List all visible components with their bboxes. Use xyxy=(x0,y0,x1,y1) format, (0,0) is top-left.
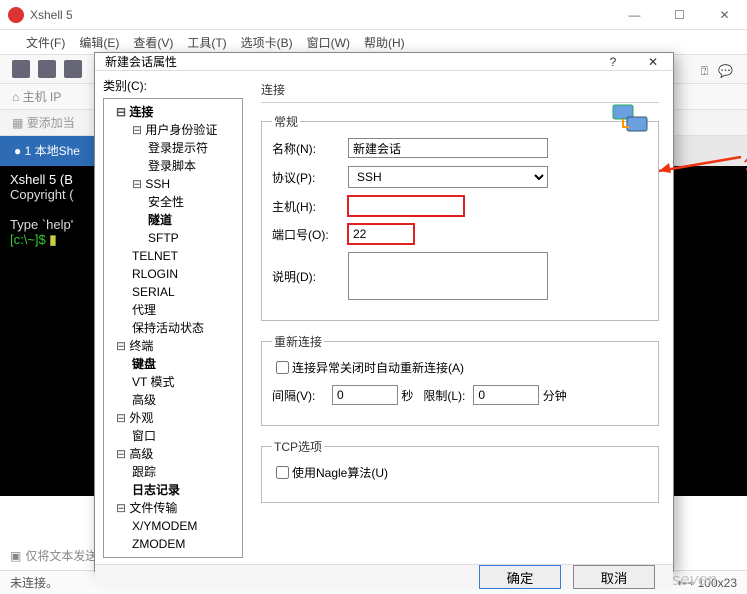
tree-login-prompt[interactable]: 登录提示符 xyxy=(106,139,240,157)
status-size: ⟷ 100x23 xyxy=(677,576,737,590)
limit-input[interactable] xyxy=(473,385,539,405)
menu-tools[interactable]: 工具(T) xyxy=(187,34,226,51)
home-icon: ⌂ xyxy=(12,90,19,104)
minimize-button[interactable]: — xyxy=(612,0,657,30)
protocol-select[interactable]: SSH xyxy=(348,166,548,188)
section-connection: 连接 xyxy=(261,81,659,103)
menu-help[interactable]: 帮助(H) xyxy=(364,34,405,51)
send-icon: ▣ xyxy=(10,549,21,563)
tool-dropdown-icon[interactable] xyxy=(64,60,82,78)
tree-filetransfer[interactable]: 文件传输 xyxy=(106,499,240,517)
tool-new-icon[interactable] xyxy=(12,60,30,78)
desc-label: 说明(D): xyxy=(272,268,348,285)
hostbar-label: 主机 IP xyxy=(23,88,62,105)
nagle-label: 使用Nagle算法(U) xyxy=(292,464,388,481)
tree-sftp[interactable]: SFTP xyxy=(106,229,240,247)
dialog-title: 新建会话属性 xyxy=(105,53,593,70)
tree-ssh[interactable]: SSH xyxy=(106,175,240,193)
tree-appearance[interactable]: 外观 xyxy=(106,409,240,427)
tree-security[interactable]: 安全性 xyxy=(106,193,240,211)
interval-input[interactable] xyxy=(332,385,398,405)
legend-tcp: TCP选项 xyxy=(272,438,324,455)
port-input[interactable] xyxy=(348,224,414,244)
menu-view[interactable]: 查看(V) xyxy=(133,34,173,51)
tree-login-script[interactable]: 登录脚本 xyxy=(106,157,240,175)
menu-window[interactable]: 窗口(W) xyxy=(307,34,350,51)
tree-proxy[interactable]: 代理 xyxy=(106,301,240,319)
legend-general: 常规 xyxy=(272,113,300,130)
tree-log[interactable]: 日志记录 xyxy=(106,481,240,499)
tree-serial[interactable]: SERIAL xyxy=(106,283,240,301)
name-input[interactable] xyxy=(348,138,548,158)
group-general: 常规 名称(N): 协议(P): SSH 主机(H): 端口号(O): xyxy=(261,113,659,321)
group-tcp: TCP选项 使用Nagle算法(U) xyxy=(261,438,659,503)
terminal-prompt: [c:\~]$ ▮ xyxy=(10,232,57,247)
add-icon: ▦ xyxy=(12,116,23,130)
help-icon[interactable]: ⍰ xyxy=(701,64,708,79)
menubar: 文件(F) 编辑(E) 查看(V) 工具(T) 选项卡(B) 窗口(W) 帮助(… xyxy=(0,30,747,54)
chat-icon[interactable]: 💬 xyxy=(718,64,733,79)
menu-tabs[interactable]: 选项卡(B) xyxy=(241,34,293,51)
desc-textarea[interactable] xyxy=(348,252,548,300)
interval-label: 间隔(V): xyxy=(272,387,332,404)
auto-reconnect-checkbox[interactable] xyxy=(276,361,289,374)
tool-open-icon[interactable] xyxy=(38,60,56,78)
session-properties-dialog: 新建会话属性 ? ✕ 类别(C): 连接 用户身份验证 登录提示符 登录脚本 S… xyxy=(94,52,674,572)
auto-reconnect-label: 连接异常关闭时自动重新连接(A) xyxy=(292,359,464,376)
tree-terminal[interactable]: 终端 xyxy=(106,337,240,355)
host-label: 主机(H): xyxy=(272,198,348,215)
tree-advanced2[interactable]: 高级 xyxy=(106,445,240,463)
tree-connection[interactable]: 连接 xyxy=(106,103,240,121)
maximize-button[interactable]: ☐ xyxy=(657,0,702,30)
tree-tunnel[interactable]: 隧道 xyxy=(106,211,240,229)
tree-rlogin[interactable]: RLOGIN xyxy=(106,265,240,283)
menu-edit[interactable]: 编辑(E) xyxy=(79,34,119,51)
tab-local-shell[interactable]: ● 1 本地She xyxy=(0,136,95,166)
tree-keepalive[interactable]: 保持活动状态 xyxy=(106,319,240,337)
tree-zmodem[interactable]: ZMODEM xyxy=(106,535,240,553)
group-reconnect: 重新连接 连接异常关闭时自动重新连接(A) 间隔(V): 秒 限制(L): 分钟 xyxy=(261,333,659,426)
close-button[interactable]: ✕ xyxy=(702,0,747,30)
cancel-button[interactable]: 取消 xyxy=(573,565,655,589)
ok-button[interactable]: 确定 xyxy=(479,565,561,589)
port-label: 端口号(O): xyxy=(272,226,348,243)
nagle-checkbox[interactable] xyxy=(276,466,289,479)
tree-window[interactable]: 窗口 xyxy=(106,427,240,445)
unit-min: 分钟 xyxy=(543,387,567,404)
dialog-help-button[interactable]: ? xyxy=(593,55,633,69)
protocol-label: 协议(P): xyxy=(272,169,348,186)
dialog-close-button[interactable]: ✕ xyxy=(633,55,673,69)
menu-file[interactable]: 文件(F) xyxy=(26,34,65,51)
limit-label: 限制(L): xyxy=(423,387,473,404)
unit-sec: 秒 xyxy=(401,387,413,404)
addbar-label: 要添加当 xyxy=(27,114,75,131)
host-input[interactable] xyxy=(348,196,464,216)
legend-reconnect: 重新连接 xyxy=(272,333,324,350)
tree-advanced[interactable]: 高级 xyxy=(106,391,240,409)
tree-vtmode[interactable]: VT 模式 xyxy=(106,373,240,391)
app-icon xyxy=(8,7,24,23)
status-connection: 未连接。 xyxy=(10,574,58,591)
tree-auth[interactable]: 用户身份验证 xyxy=(106,121,240,139)
category-tree[interactable]: 连接 用户身份验证 登录提示符 登录脚本 SSH 安全性 隧道 SFTP TEL… xyxy=(103,98,243,558)
tree-keyboard[interactable]: 键盘 xyxy=(106,355,240,373)
tree-telnet[interactable]: TELNET xyxy=(106,247,240,265)
category-label: 类别(C): xyxy=(103,77,243,94)
name-label: 名称(N): xyxy=(272,140,348,157)
tree-trace[interactable]: 跟踪 xyxy=(106,463,240,481)
connection-icon xyxy=(611,101,651,137)
tree-xymodem[interactable]: X/YMODEM xyxy=(106,517,240,535)
window-title: Xshell 5 xyxy=(30,8,612,22)
